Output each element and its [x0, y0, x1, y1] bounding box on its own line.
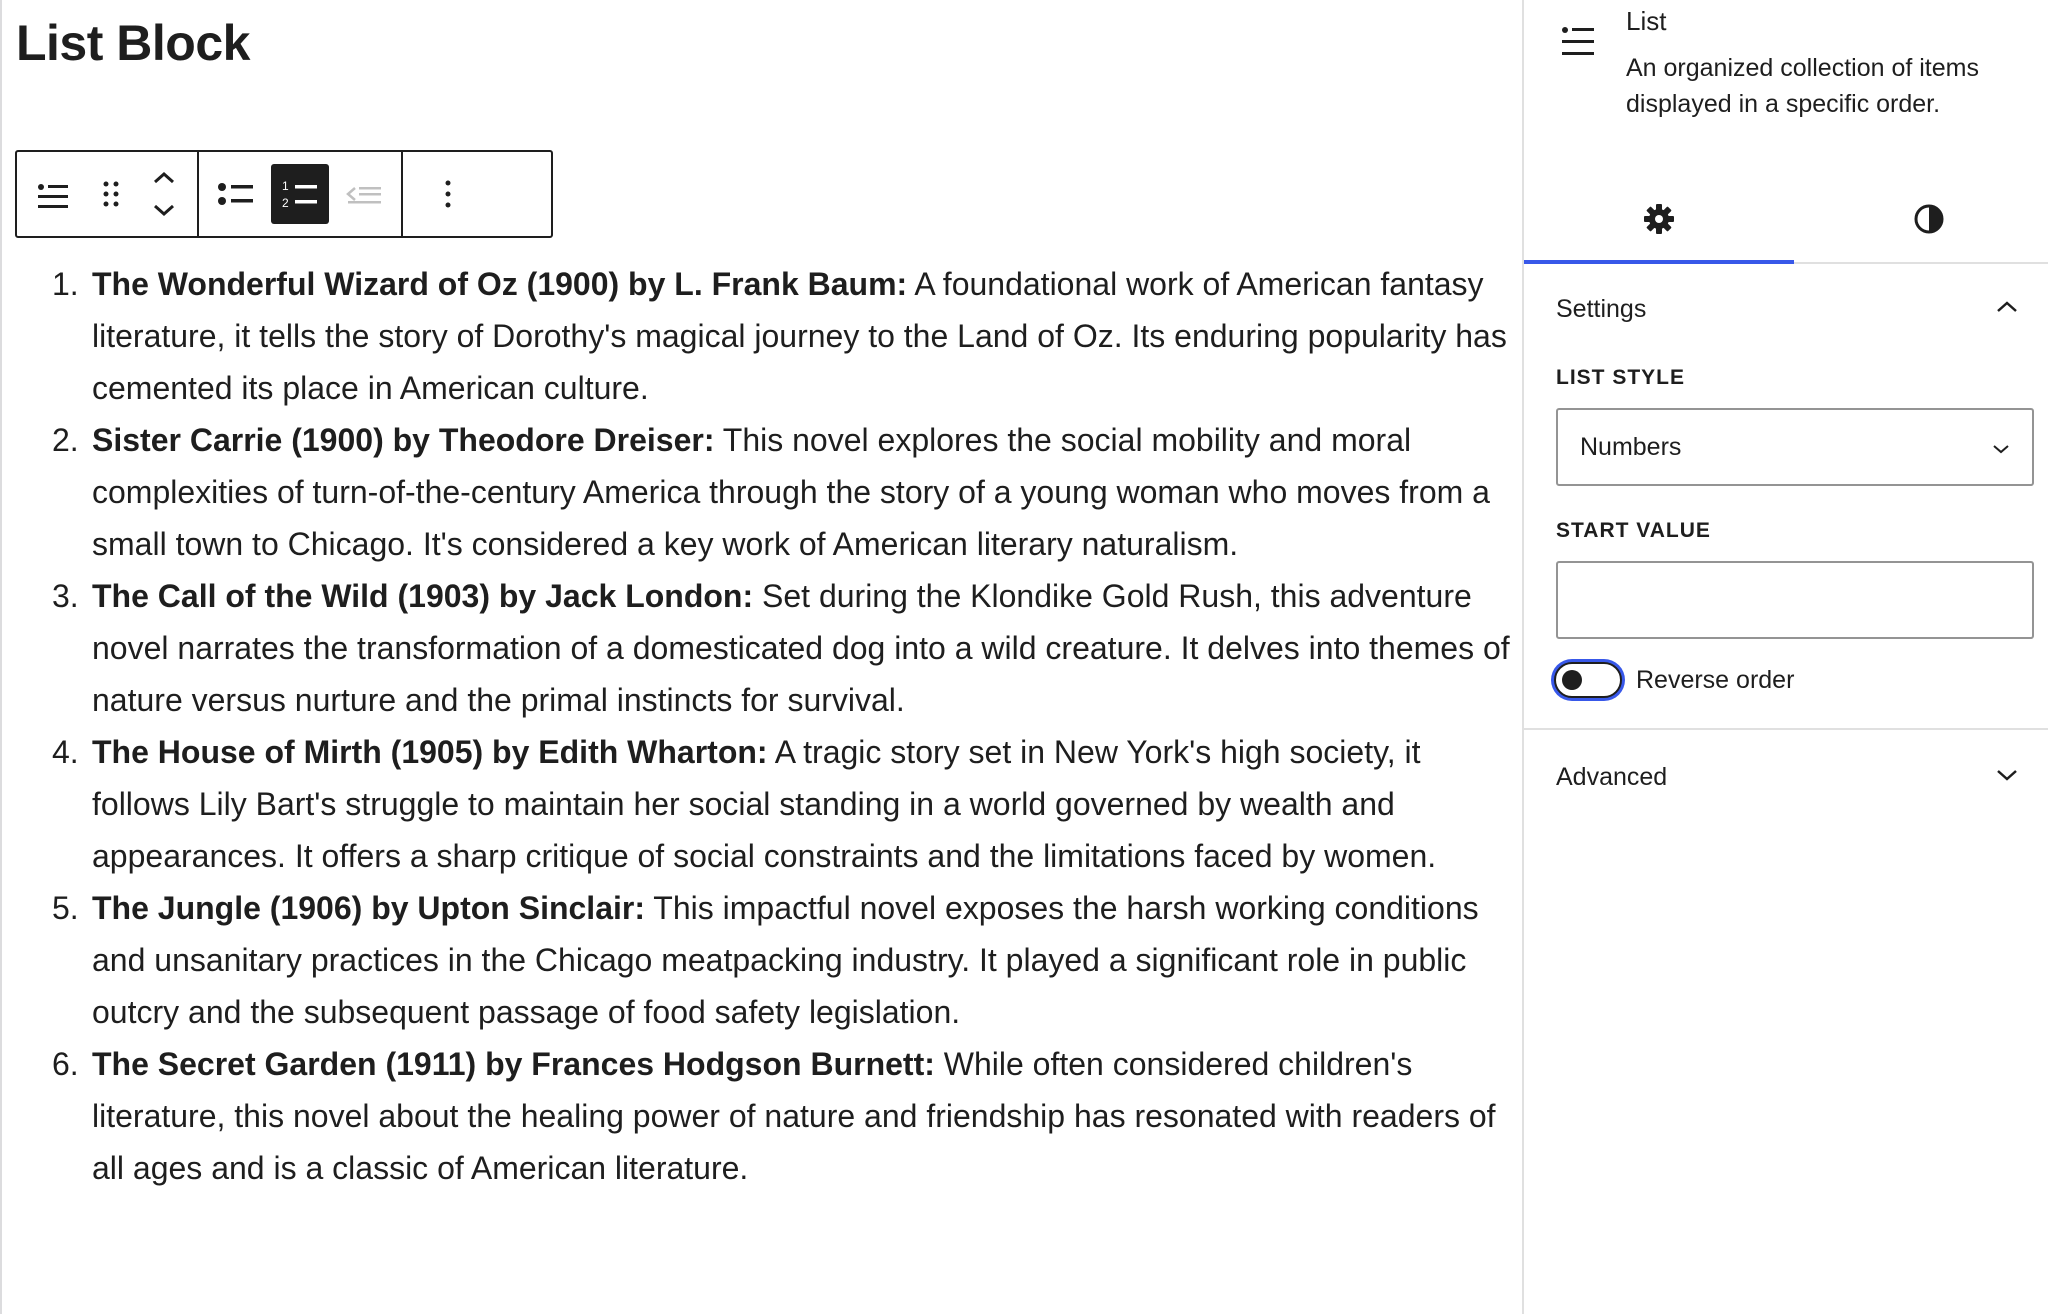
toolbar-options-group: [401, 152, 493, 236]
list-item-number: 1.: [52, 266, 79, 302]
drag-handle-icon[interactable]: [89, 164, 133, 224]
page-title: List Block: [16, 15, 250, 71]
svg-text:1: 1: [282, 179, 289, 193]
list-item[interactable]: 6. The Secret Garden (1911) by Frances Ho…: [40, 1038, 1520, 1194]
list-item-title: The Secret Garden (1911) by Frances Hodg…: [92, 1046, 935, 1082]
unordered-list-icon[interactable]: [207, 164, 265, 224]
start-value-label: START VALUE: [1556, 519, 1711, 542]
reverse-order-label: Reverse order: [1636, 665, 1795, 694]
gear-icon: [1642, 202, 1676, 241]
ordered-list-icon[interactable]: 1 2: [271, 164, 329, 224]
list-item-number: 5.: [52, 890, 79, 926]
list-block-icon[interactable]: [25, 164, 83, 224]
editor-canvas: List Block 1 2 1. The Wonderful Wizard o…: [0, 0, 1522, 1314]
panel-divider: [1524, 728, 2048, 730]
block-card-title: List: [1626, 6, 1667, 36]
list-item[interactable]: 2. Sister Carrie (1900) by Theodore Dreis…: [40, 414, 1520, 570]
svg-text:2: 2: [282, 196, 289, 210]
list-item-title: The Jungle (1906) by Upton Sinclair:: [92, 890, 645, 926]
list-item[interactable]: 5. The Jungle (1906) by Upton Sinclair: T…: [40, 882, 1520, 1038]
list-item-title: Sister Carrie (1900) by Theodore Dreiser…: [92, 422, 715, 458]
toggle-knob: [1562, 670, 1582, 690]
list-style-value: Numbers: [1580, 432, 1682, 461]
list-block-icon: [1560, 18, 1598, 63]
block-inspector-sidebar: List An organized collection of items di…: [1522, 0, 2048, 1314]
list-item-title: The Wonderful Wizard of Oz (1900) by L. …: [92, 266, 908, 302]
advanced-panel-title: Advanced: [1556, 762, 1668, 791]
chevron-down-icon[interactable]: [142, 198, 186, 224]
list-item[interactable]: 4. The House of Mirth (1905) by Edith Wha…: [40, 726, 1520, 882]
list-item[interactable]: 3. The Call of the Wild (1903) by Jack Lo…: [40, 570, 1520, 726]
toolbar-block-group: [17, 152, 197, 236]
reverse-order-row: Reverse order: [1554, 662, 1794, 698]
tab-styles[interactable]: [1794, 180, 2048, 262]
block-toolbar: 1 2: [15, 150, 553, 238]
list-item-number: 6.: [52, 1046, 79, 1082]
list-style-label: LIST STYLE: [1556, 366, 1686, 389]
start-value-input[interactable]: [1556, 561, 2034, 639]
list-item-title: The House of Mirth (1905) by Edith Whart…: [92, 734, 768, 770]
chevron-down-icon: [1992, 433, 2010, 462]
list-style-select[interactable]: Numbers: [1556, 408, 2034, 486]
reverse-order-toggle[interactable]: [1554, 662, 1622, 698]
list-item[interactable]: 1. The Wonderful Wizard of Oz (1900) by L…: [40, 258, 1520, 414]
toolbar-list-group: 1 2: [197, 152, 401, 236]
list-item-number: 2.: [52, 422, 79, 458]
chevron-down-icon: [1996, 768, 2018, 787]
settings-panel-title: Settings: [1556, 294, 1647, 323]
list-item-number: 4.: [52, 734, 79, 770]
settings-panel-toggle[interactable]: Settings: [1524, 270, 2048, 348]
contrast-icon: [1912, 202, 1946, 241]
more-vertical-icon[interactable]: [411, 164, 485, 224]
ordered-list[interactable]: 1. The Wonderful Wizard of Oz (1900) by L…: [40, 258, 1520, 1194]
block-mover: [139, 164, 189, 224]
advanced-panel-toggle[interactable]: Advanced: [1524, 738, 2048, 816]
list-item-title: The Call of the Wild (1903) by Jack Lond…: [92, 578, 754, 614]
tab-settings[interactable]: [1524, 180, 1794, 264]
block-card-description: An organized collection of items display…: [1626, 54, 1979, 118]
chevron-up-icon[interactable]: [142, 164, 186, 190]
chevron-up-icon: [1996, 300, 2018, 319]
list-item-number: 3.: [52, 578, 79, 614]
outdent-icon[interactable]: [335, 164, 393, 224]
inspector-tabs: [1524, 180, 2048, 264]
